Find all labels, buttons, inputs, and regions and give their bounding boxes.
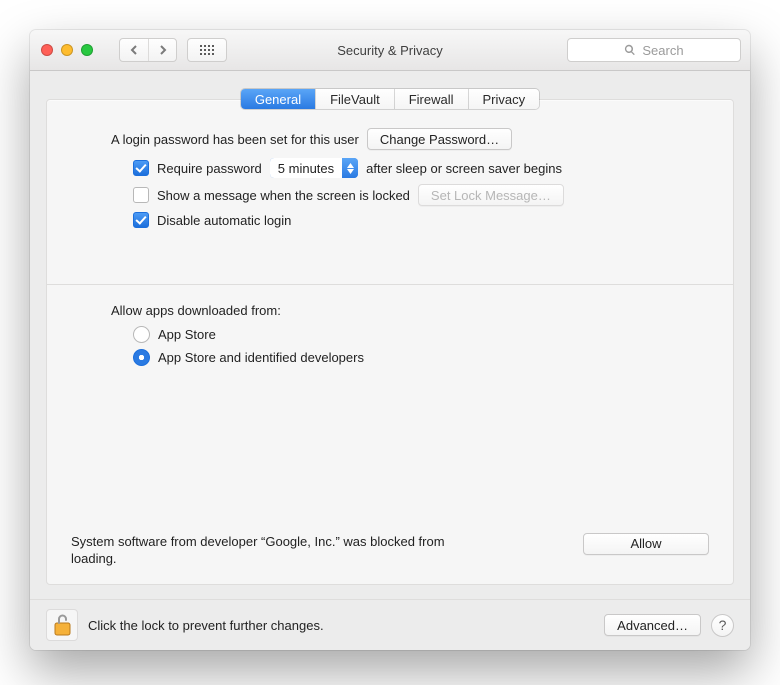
lock-hint-label: Click the lock to prevent further change…	[88, 618, 324, 633]
require-password-label-post: after sleep or screen saver begins	[366, 161, 562, 176]
general-pane: A login password has been set for this u…	[46, 99, 734, 585]
disable-auto-login-checkbox[interactable]	[133, 212, 149, 228]
show-all-button[interactable]	[187, 38, 227, 62]
allow-apps-appstore-label: App Store	[158, 327, 216, 342]
nav-back-forward	[119, 38, 177, 62]
allow-apps-identified-radio[interactable]	[133, 349, 150, 366]
stepper-arrows-icon	[342, 158, 358, 178]
set-lock-message-button: Set Lock Message…	[418, 184, 564, 206]
tab-label: Privacy	[483, 92, 526, 107]
allow-blocked-button[interactable]: Allow	[583, 533, 709, 555]
search-field[interactable]: Search	[567, 38, 741, 62]
tab-label: General	[255, 92, 301, 107]
footer: Click the lock to prevent further change…	[30, 599, 750, 650]
show-lock-message-checkbox[interactable]	[133, 187, 149, 203]
window-controls	[41, 44, 93, 56]
help-button[interactable]: ?	[711, 614, 734, 637]
minimize-window-button[interactable]	[61, 44, 73, 56]
tab-general[interactable]: General	[241, 89, 315, 109]
grid-icon	[200, 45, 214, 55]
tab-firewall[interactable]: Firewall	[394, 89, 468, 109]
search-icon	[624, 44, 636, 56]
tab-filevault[interactable]: FileVault	[315, 89, 394, 109]
unlocked-lock-icon	[52, 613, 72, 637]
content-area: General FileVault Firewall Privacy A log…	[30, 71, 750, 599]
zoom-window-button[interactable]	[81, 44, 93, 56]
lock-button[interactable]	[46, 609, 78, 641]
nav-forward-button[interactable]	[148, 39, 176, 61]
tab-label: Firewall	[409, 92, 454, 107]
allow-apps-appstore-radio[interactable]	[133, 326, 150, 343]
require-password-delay-popup[interactable]: 5 minutes	[270, 158, 358, 178]
require-password-label-pre: Require password	[157, 161, 262, 176]
tab-privacy[interactable]: Privacy	[468, 89, 540, 109]
allow-apps-identified-label: App Store and identified developers	[158, 350, 364, 365]
change-password-button[interactable]: Change Password…	[367, 128, 512, 150]
require-password-checkbox[interactable]	[133, 160, 149, 176]
password-intro-label: A login password has been set for this u…	[111, 132, 359, 147]
blocked-software-row: System software from developer “Google, …	[71, 533, 709, 568]
tab-bar: General FileVault Firewall Privacy	[241, 89, 539, 109]
nav-back-button[interactable]	[120, 39, 148, 61]
preferences-window: Security & Privacy Search General FileVa…	[30, 30, 750, 650]
search-placeholder: Search	[642, 43, 683, 58]
blocked-software-message: System software from developer “Google, …	[71, 533, 451, 568]
disable-auto-login-label: Disable automatic login	[157, 213, 291, 228]
popup-value: 5 minutes	[270, 158, 342, 178]
titlebar: Security & Privacy Search	[30, 30, 750, 71]
advanced-button[interactable]: Advanced…	[604, 614, 701, 636]
allow-apps-heading: Allow apps downloaded from:	[111, 303, 709, 318]
show-lock-message-label: Show a message when the screen is locked	[157, 188, 410, 203]
close-window-button[interactable]	[41, 44, 53, 56]
tab-label: FileVault	[330, 92, 380, 107]
